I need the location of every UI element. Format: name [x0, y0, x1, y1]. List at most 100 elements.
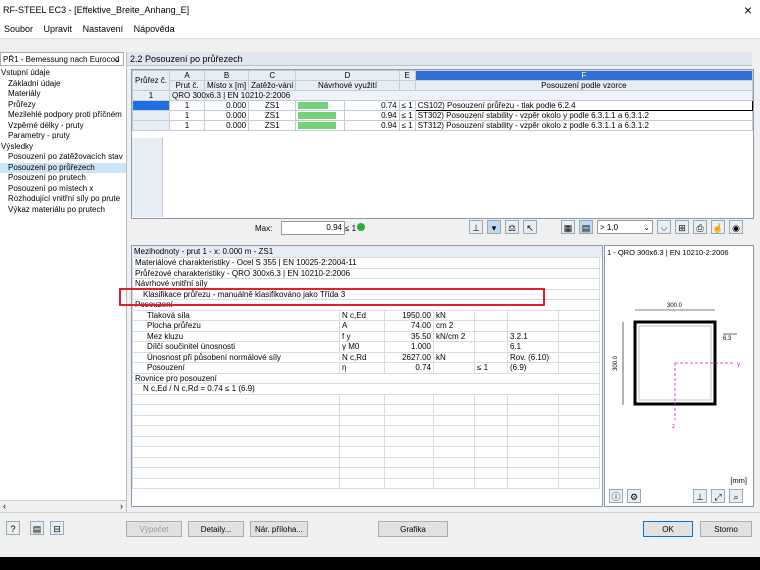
section-row[interactable]: 1 QRO 300x6.3 | EN 10210-2:2006	[131, 90, 753, 101]
export-icon[interactable]: ⊥	[469, 220, 483, 234]
tree-group[interactable]: Vstupní údaje	[0, 68, 126, 79]
filter-icon[interactable]: ▾	[487, 220, 501, 234]
help-icon[interactable]: ?	[6, 521, 20, 535]
detail-value: 74.00	[384, 320, 434, 332]
detail-empty	[507, 414, 559, 426]
tree-item[interactable]: Posouzení po prutech	[0, 173, 126, 184]
select-icon[interactable]: ↖	[523, 220, 537, 234]
excel-icon[interactable]: ⊞	[675, 220, 689, 234]
calculate-button[interactable]: Výpočet	[126, 521, 182, 537]
detail-row[interactable]: Dílčí součinitel únosnosti γ M0 1.000 6.1	[132, 341, 600, 353]
fit-icon[interactable]: ⤢	[711, 489, 725, 503]
section-settings-icon[interactable]: ⚙	[627, 489, 641, 503]
table-row[interactable]: 1 0.000 ZS1 0.74 ≤ 1 CS102) Posouzení pr…	[131, 100, 754, 111]
print-icon[interactable]: ⎙	[693, 220, 707, 234]
chevron-down-icon[interactable]: ⌄	[643, 221, 650, 235]
detail-row-empty	[132, 404, 600, 416]
detail-row[interactable]: N c,Ed / N c,Rd = 0.74 ≤ 1 (6.9)	[132, 383, 600, 395]
detail-le	[474, 309, 508, 321]
row-selector[interactable]	[131, 100, 171, 111]
cell-le: ≤ 1	[398, 100, 416, 111]
row-selector[interactable]	[131, 110, 171, 121]
tree-item[interactable]: Posouzení po zatěžovacích stav	[0, 152, 126, 163]
detail-empty	[132, 414, 340, 426]
results-grid[interactable]: Průřez č. A B C D E F Prut č. Místo x [m…	[131, 69, 754, 219]
table-export-icon[interactable]: ⊟	[50, 521, 64, 535]
detail-empty	[132, 446, 340, 458]
menu-napoveda[interactable]: Nápověda	[134, 24, 175, 34]
detail-row[interactable]: Rovnice pro posouzení	[132, 372, 600, 384]
detail-row[interactable]: Posouzení η 0.74 ≤ 1 (6.9)	[132, 362, 600, 374]
tree-item[interactable]: Materiály	[0, 89, 126, 100]
detail-label: Tlaková síla	[132, 309, 340, 321]
graphics-button[interactable]: Grafika	[378, 521, 448, 537]
detail-group-label: Materiálové charakteristiky - Ocel S 355…	[132, 257, 600, 269]
tree-item[interactable]: Posouzení po průřezech	[0, 162, 126, 173]
cross-section-title: 1 - QRO 300x6.3 | EN 10210-2:2006	[607, 248, 729, 257]
table-row[interactable]: 1 0.000 ZS1 0.94 ≤ 1 ST312) Posouzení st…	[131, 120, 754, 131]
scroll-right-icon[interactable]: ›	[120, 501, 123, 511]
chevron-down-icon[interactable]: ⌄	[114, 53, 121, 67]
tree-item[interactable]: Vzpěrné délky - pruty	[0, 121, 126, 132]
tree-item[interactable]: Posouzení po místech x	[0, 184, 126, 195]
section-number: 1	[131, 90, 171, 101]
cell-lc: ZS1	[248, 120, 297, 131]
close-icon[interactable]: ×	[744, 2, 752, 18]
detail-row-empty	[132, 435, 600, 447]
detail-row[interactable]: Tlaková síla N c,Ed 1950.00 kN	[132, 309, 600, 321]
row-selector[interactable]	[131, 120, 171, 131]
detail-row-empty	[132, 393, 600, 405]
detail-empty	[474, 404, 508, 416]
menu-upravit[interactable]: Upravit	[44, 24, 73, 34]
case-select-value: PŘ1 - Bemessung nach Eurocod	[3, 55, 120, 64]
cell-le: ≤ 1	[398, 110, 416, 121]
view-icon[interactable]: ◉	[729, 220, 743, 234]
detail-empty	[558, 404, 600, 416]
detail-row[interactable]: Plocha průřezu A 74.00 cm 2	[132, 320, 600, 332]
grid-left-strip	[132, 138, 163, 217]
dimension-icon[interactable]: ⊥	[693, 489, 707, 503]
detail-row[interactable]: Únosnost při působení normálové síly N c,…	[132, 351, 600, 363]
tree-item[interactable]: Rozhodující vnitřní síly po prute	[0, 194, 126, 205]
relation-icon[interactable]: ⚖	[505, 220, 519, 234]
scroll-left-icon[interactable]: ‹	[3, 501, 6, 511]
info-icon[interactable]: ⓘ	[609, 489, 623, 503]
tree-group[interactable]: Výsledky	[0, 142, 126, 153]
funnel-icon[interactable]: ⌵	[657, 220, 671, 234]
detail-row-empty	[132, 425, 600, 437]
max-value: 0.94	[281, 221, 345, 235]
tree-item[interactable]: Mezilehlé podpory proti příčném	[0, 110, 126, 121]
detail-value: 0.74	[384, 362, 434, 374]
calculator-icon[interactable]: ▤	[30, 521, 44, 535]
details-button[interactable]: Detaily...	[188, 521, 244, 537]
ok-button[interactable]: OK	[643, 521, 693, 537]
detail-empty	[339, 414, 385, 426]
detail-label: Únosnost při působení normálové síly	[132, 351, 340, 363]
case-select[interactable]: PŘ1 - Bemessung nach Eurocod ⌄	[0, 52, 124, 66]
filter-combo[interactable]: > 1,0 ⌄	[597, 220, 653, 234]
cancel-button[interactable]: Storno	[700, 521, 752, 537]
zoom-icon[interactable]: ⌕	[729, 489, 743, 503]
detail-empty	[339, 446, 385, 458]
grid-toolbar: Max: 0.94 ≤ 1 ⊥ ▾ ⚖ ↖ ▦ ▤ > 1,0 ⌄ ⌵ ⊞ ⎙ …	[131, 218, 752, 236]
table-row[interactable]: 1 0.000 ZS1 0.94 ≤ 1 ST302) Posouzení st…	[131, 110, 754, 121]
detail-row[interactable]: Materiálové charakteristiky - Ocel S 355…	[132, 257, 600, 269]
result-bars-icon[interactable]: ▦	[561, 220, 575, 234]
detail-value: 1950.00	[384, 309, 434, 321]
tree-item[interactable]: Základní údaje	[0, 79, 126, 90]
highlight-box	[119, 288, 545, 306]
detail-empty	[474, 435, 508, 447]
national-annex-button[interactable]: Nár. příloha...	[250, 521, 308, 537]
cell-util: 0.94	[344, 110, 400, 121]
tree-item[interactable]: Výkaz materiálu po prutech	[0, 205, 126, 216]
detail-empty	[558, 477, 600, 489]
menu-nastaveni[interactable]: Nastavení	[83, 24, 124, 34]
detail-row[interactable]: Průřezové charakteristiky - QRO 300x6.3 …	[132, 267, 600, 279]
detail-row[interactable]: Mez kluzu f y 35.50 kN/cm 2 3.2.1	[132, 330, 600, 342]
menu-soubor[interactable]: Soubor	[4, 24, 33, 34]
tree-item[interactable]: Průřezy	[0, 100, 126, 111]
color-scale-icon[interactable]: ▤	[579, 220, 593, 234]
detail-le: ≤ 1	[474, 362, 508, 374]
tree-item[interactable]: Parametry - pruty	[0, 131, 126, 142]
pointer-icon[interactable]: ☝	[711, 220, 725, 234]
